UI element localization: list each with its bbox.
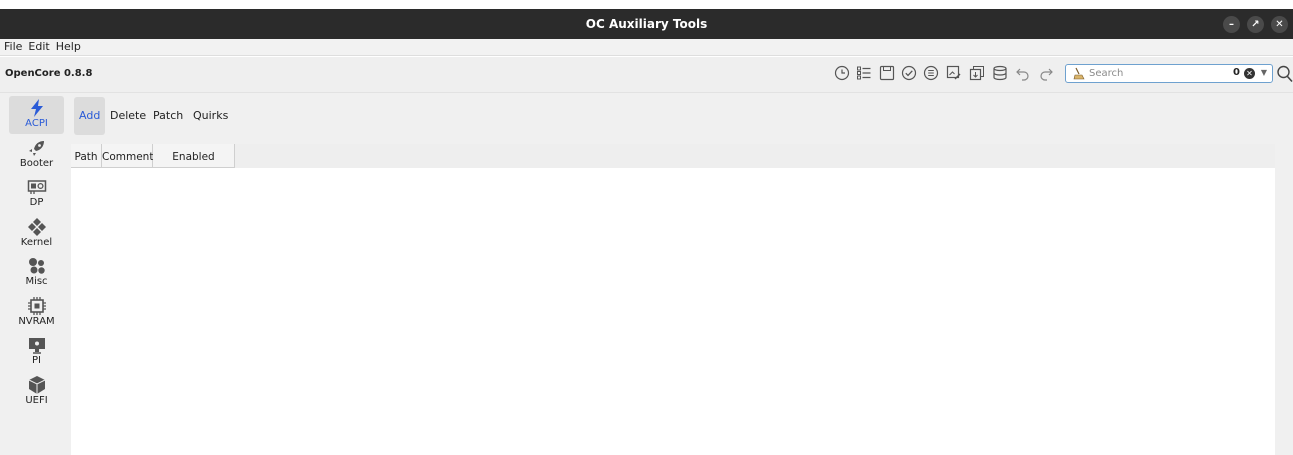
toolbar: OpenCore 0.8.8 0 ✕ ▼ [0, 57, 1293, 93]
maximize-button[interactable]: ↗ [1247, 16, 1264, 33]
redo-icon[interactable] [1038, 65, 1054, 81]
sidebar-item-label: UEFI [25, 395, 48, 406]
sidebar-item-label: Booter [19, 158, 54, 169]
search-result-count: 0 [1233, 67, 1240, 78]
close-button[interactable]: ✕ [1271, 16, 1288, 33]
image-edit-icon[interactable] [946, 65, 962, 81]
database-icon[interactable] [992, 65, 1008, 81]
sidebar-item-booter[interactable]: Booter [9, 136, 64, 174]
sidebar-item-label: PI [32, 355, 41, 366]
main-content: Add Delete Patch Quirks Path Comment Ena… [71, 93, 1293, 455]
hexagons-icon [27, 256, 47, 276]
menu-edit[interactable]: Edit [25, 39, 52, 55]
box-icon [27, 375, 47, 395]
sidebar: ACPI Booter DP Kernel Misc NVRAM PI UEFI [0, 93, 71, 455]
check-circle-icon[interactable] [901, 65, 917, 81]
graphics-card-icon [27, 177, 47, 197]
top-strip [0, 0, 1293, 9]
sidebar-item-misc[interactable]: Misc [9, 254, 64, 292]
sidebar-item-pi[interactable]: PI [9, 333, 64, 371]
broom-icon [1073, 67, 1086, 80]
column-header-enabled[interactable]: Enabled [153, 144, 235, 168]
rocket-icon [27, 138, 47, 158]
tab-bar: Add Delete Patch Quirks [71, 93, 1293, 144]
sidebar-item-nvram[interactable]: NVRAM [9, 294, 64, 332]
column-header-path[interactable]: Path [71, 144, 102, 168]
sidebar-item-label: Kernel [20, 237, 53, 248]
sidebar-item-acpi[interactable]: ACPI [9, 96, 64, 134]
tab-patch[interactable]: Patch [148, 97, 188, 135]
right-margin [1275, 144, 1293, 455]
column-header-comment[interactable]: Comment [102, 144, 153, 168]
window-title: OC Auxiliary Tools [585, 17, 708, 31]
menu-bar: File Edit Help [0, 39, 1293, 56]
save-icon[interactable] [879, 65, 895, 81]
undo-icon[interactable] [1015, 65, 1031, 81]
title-bar[interactable]: OC Auxiliary Tools – ↗ ✕ [0, 9, 1293, 39]
chip-icon [27, 296, 47, 316]
table-header: Path Comment Enabled [71, 144, 1275, 168]
sidebar-item-uefi[interactable]: UEFI [9, 373, 64, 411]
search-icon[interactable] [1276, 64, 1293, 83]
search-box[interactable]: 0 ✕ ▼ [1065, 64, 1273, 83]
sidebar-item-label: ACPI [25, 118, 48, 129]
list-icon[interactable] [856, 65, 872, 81]
search-input[interactable] [1089, 66, 1229, 81]
list-circle-icon[interactable] [923, 65, 939, 81]
menu-help[interactable]: Help [53, 39, 84, 55]
cubes-icon [27, 217, 47, 237]
opencore-version: OpenCore 0.8.8 [5, 68, 93, 79]
table-body[interactable] [71, 168, 1275, 455]
chevron-down-icon[interactable]: ▼ [1261, 68, 1267, 77]
sidebar-item-kernel[interactable]: Kernel [9, 215, 64, 253]
tab-add[interactable]: Add [74, 97, 106, 135]
sidebar-item-dp[interactable]: DP [9, 175, 64, 213]
data-table[interactable]: Path Comment Enabled [71, 144, 1275, 455]
clear-search-icon[interactable]: ✕ [1244, 68, 1255, 79]
sidebar-item-label: Misc [25, 276, 48, 287]
tab-delete[interactable]: Delete [105, 97, 151, 135]
import-icon[interactable] [969, 65, 985, 81]
sidebar-item-label: DP [29, 197, 44, 208]
clock-icon[interactable] [834, 65, 850, 81]
sidebar-item-label: NVRAM [18, 316, 55, 327]
monitor-icon [27, 335, 47, 355]
menu-file[interactable]: File [0, 39, 25, 55]
minimize-button[interactable]: – [1223, 16, 1240, 33]
tab-quirks[interactable]: Quirks [188, 97, 233, 135]
lightning-icon [27, 98, 47, 118]
